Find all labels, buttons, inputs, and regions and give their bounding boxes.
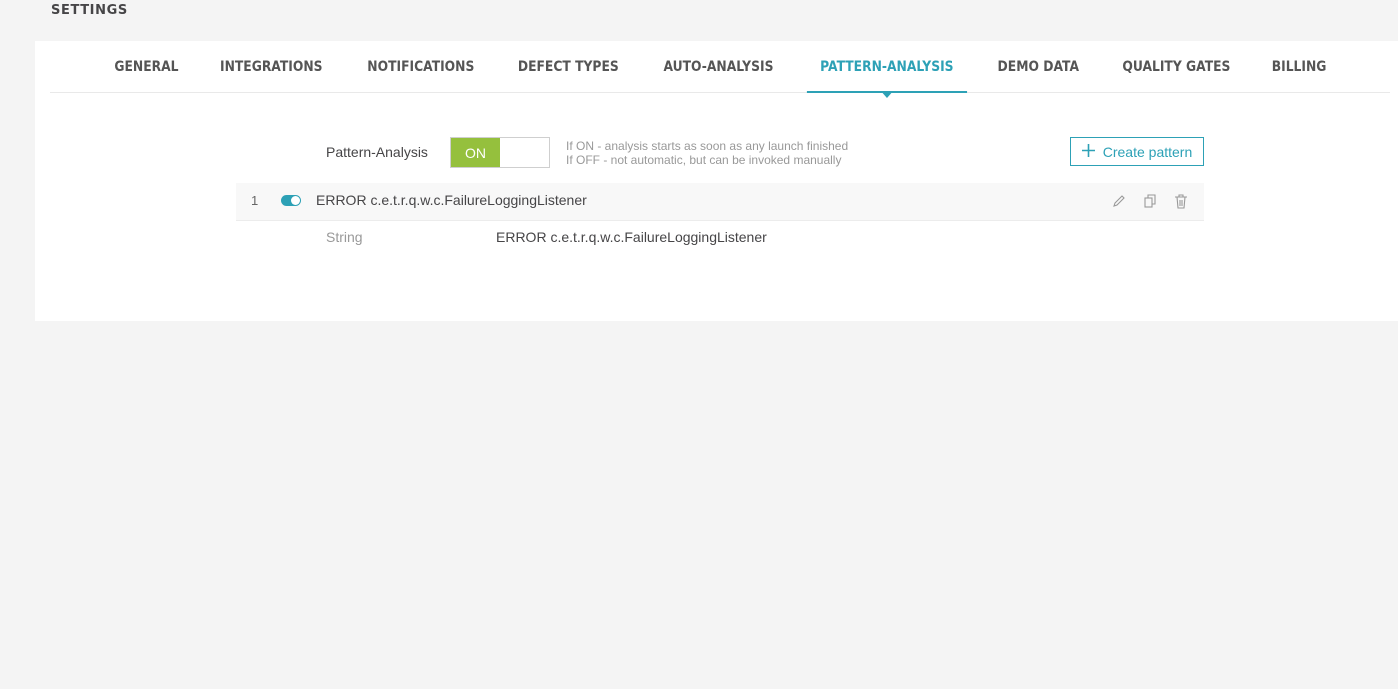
create-pattern-button[interactable]: Create pattern <box>1070 137 1204 166</box>
tab-integrations[interactable]: INTEGRATIONS <box>207 41 336 92</box>
settings-panel: GENERAL INTEGRATIONS NOTIFICATIONS DEFEC… <box>35 41 1398 321</box>
pattern-enable-toggle[interactable] <box>281 195 301 206</box>
create-pattern-label: Create pattern <box>1102 143 1193 160</box>
tab-demo-data[interactable]: DEMO DATA <box>985 41 1093 92</box>
tab-auto-analysis[interactable]: AUTO-ANALYSIS <box>650 41 786 92</box>
page-title: SETTINGS <box>51 3 128 18</box>
pattern-row: 1 ERROR c.e.t.r.q.w.c.FailureLoggingList… <box>236 183 1204 221</box>
pattern-analysis-toggle[interactable]: ON <box>450 137 550 168</box>
pattern-actions <box>1110 192 1190 210</box>
pattern-analysis-label: Pattern-Analysis <box>326 144 428 160</box>
hint-off-text: If OFF - not automatic, but can be invok… <box>566 153 842 167</box>
pattern-analysis-hint: If ON - analysis starts as soon as any l… <box>566 139 848 167</box>
pattern-index: 1 <box>251 193 259 208</box>
hint-on-text: If ON - analysis starts as soon as any l… <box>566 139 849 153</box>
trash-icon[interactable] <box>1172 192 1190 210</box>
pattern-type-label: String <box>326 229 363 245</box>
tab-general[interactable]: GENERAL <box>101 41 192 92</box>
pencil-icon[interactable] <box>1110 192 1128 210</box>
copy-icon[interactable] <box>1141 192 1159 210</box>
plus-icon <box>1081 141 1095 161</box>
toggle-knob <box>291 196 300 205</box>
tab-pattern-analysis[interactable]: PATTERN-ANALYSIS <box>806 41 967 98</box>
pattern-value: ERROR c.e.t.r.q.w.c.FailureLoggingListen… <box>496 229 767 245</box>
pattern-name: ERROR c.e.t.r.q.w.c.FailureLoggingListen… <box>316 192 587 208</box>
tab-notifications[interactable]: NOTIFICATIONS <box>354 41 487 92</box>
tab-defect-types[interactable]: DEFECT TYPES <box>505 41 632 92</box>
tab-quality-gates[interactable]: QUALITY GATES <box>1109 41 1243 92</box>
settings-tabs: GENERAL INTEGRATIONS NOTIFICATIONS DEFEC… <box>50 41 1390 98</box>
tab-billing[interactable]: BILLING <box>1258 41 1339 92</box>
toggle-on-state: ON <box>451 138 500 167</box>
